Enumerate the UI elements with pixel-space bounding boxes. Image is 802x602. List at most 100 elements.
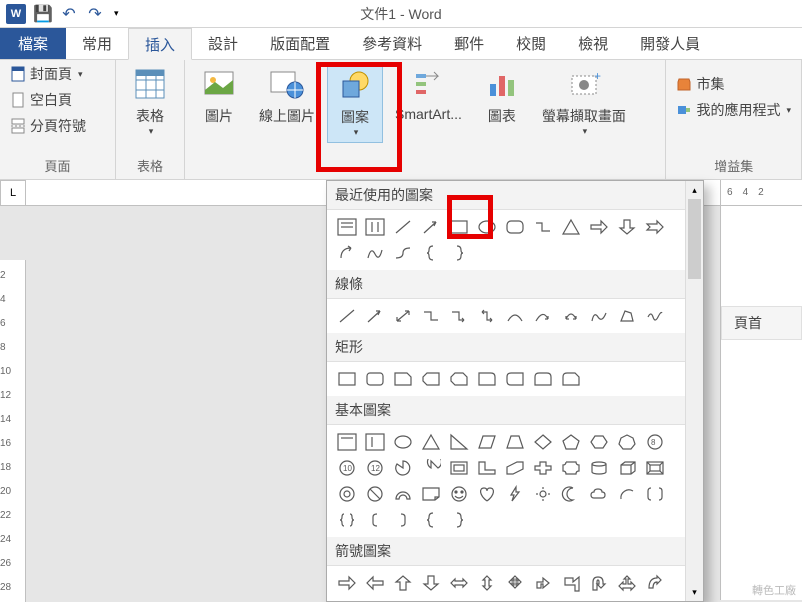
shape-rounded-rect[interactable]	[501, 214, 529, 240]
shape-elbow[interactable]	[417, 303, 445, 329]
shape-brace-l[interactable]	[417, 240, 445, 266]
shape-rectangle[interactable]	[445, 214, 473, 240]
save-icon[interactable]: 💾	[34, 5, 52, 23]
shape-trapezoid[interactable]	[501, 429, 529, 455]
tab-references[interactable]: 參考資料	[346, 28, 438, 59]
shape-triangle[interactable]	[557, 214, 585, 240]
shape-line-arrow[interactable]	[417, 214, 445, 240]
shape-arrow-u[interactable]	[389, 570, 417, 596]
pictures-button[interactable]: 圖片	[191, 62, 247, 130]
tab-layout[interactable]: 版面配置	[254, 28, 346, 59]
scroll-up-icon[interactable]: ▴	[686, 181, 703, 199]
shape-rtriangle[interactable]	[445, 429, 473, 455]
tab-developer[interactable]: 開發人員	[624, 28, 716, 59]
shape-plaque[interactable]	[557, 455, 585, 481]
shape-cube[interactable]	[613, 455, 641, 481]
shape-textbox-v[interactable]	[361, 429, 389, 455]
shape-arc[interactable]	[613, 481, 641, 507]
blank-page-button[interactable]: 空白頁	[6, 88, 90, 112]
shape-noentry[interactable]	[361, 481, 389, 507]
shape-freeform[interactable]	[585, 303, 613, 329]
shape-rect-snip2[interactable]	[417, 366, 445, 392]
tab-design[interactable]: 設計	[192, 28, 254, 59]
side-header-button[interactable]: 頁首	[721, 306, 802, 340]
screenshot-button[interactable]: + 螢幕擷取畫面▾	[534, 62, 634, 141]
shapes-scrollbar[interactable]: ▴ ▾	[685, 181, 703, 601]
shape-arrow-d[interactable]	[417, 570, 445, 596]
shape-connector2[interactable]	[389, 240, 417, 266]
shape-arrow-down[interactable]	[613, 214, 641, 240]
ruler-vertical[interactable]: 2 4 6 8 10 12 14 16 18 20 22 24 26 28	[0, 260, 26, 602]
shape-line-arrow[interactable]	[361, 303, 389, 329]
shape-lightning[interactable]	[501, 481, 529, 507]
cover-page-button[interactable]: 封面頁▾	[6, 62, 90, 86]
word-app-icon[interactable]: W	[6, 4, 26, 24]
tab-home[interactable]: 常用	[66, 28, 128, 59]
tab-insert[interactable]: 插入	[128, 28, 192, 60]
tab-review[interactable]: 校閱	[500, 28, 562, 59]
shape-heart[interactable]	[473, 481, 501, 507]
shape-arrow-quad[interactable]	[501, 570, 529, 596]
shape-pie[interactable]	[389, 455, 417, 481]
my-addins-button[interactable]: 我的應用程式▾	[672, 98, 795, 122]
shape-rect-round2d[interactable]	[529, 366, 557, 392]
shape-cloud[interactable]	[585, 481, 613, 507]
table-button[interactable]: 表格▾	[122, 62, 178, 141]
shape-rect-round1[interactable]	[473, 366, 501, 392]
shape-line[interactable]	[333, 303, 361, 329]
chart-button[interactable]: 圖表	[474, 62, 530, 130]
shape-connector[interactable]	[529, 214, 557, 240]
shape-arrow-notch[interactable]	[641, 214, 669, 240]
shape-oval[interactable]	[473, 214, 501, 240]
shape-frame[interactable]	[445, 455, 473, 481]
shape-brace-r[interactable]	[445, 240, 473, 266]
shape-freeform2[interactable]	[613, 303, 641, 329]
smartart-button[interactable]: SmartArt...	[387, 62, 470, 126]
shape-parallelogram[interactable]	[473, 429, 501, 455]
shape-arrow-lru[interactable]	[613, 570, 641, 596]
shape-lshape[interactable]	[473, 455, 501, 481]
shape-arrow-right[interactable]	[585, 214, 613, 240]
shape-tear[interactable]: 10	[333, 455, 361, 481]
shape-curve[interactable]	[501, 303, 529, 329]
shape-rect-snip2d[interactable]	[445, 366, 473, 392]
shape-rect-snip1[interactable]	[389, 366, 417, 392]
shape-can[interactable]	[585, 455, 613, 481]
shape-diagstripe[interactable]	[501, 455, 529, 481]
shape-heptagon[interactable]	[613, 429, 641, 455]
shape-rect[interactable]	[333, 366, 361, 392]
shape-arrow-r[interactable]	[333, 570, 361, 596]
redo-icon[interactable]: ↷	[86, 5, 104, 23]
tab-view[interactable]: 檢視	[562, 28, 624, 59]
undo-icon[interactable]: ↶	[60, 5, 78, 23]
shape-smiley[interactable]	[445, 481, 473, 507]
tab-file[interactable]: 檔案	[0, 28, 66, 59]
shape-teardrop[interactable]	[417, 455, 445, 481]
shape-curved-arrow[interactable]	[333, 240, 361, 266]
shape-arrow-bent[interactable]	[529, 570, 557, 596]
shape-diamond[interactable]	[529, 429, 557, 455]
shape-foldcorner[interactable]	[417, 481, 445, 507]
page-break-button[interactable]: 分頁符號	[6, 114, 90, 138]
shape-textbox[interactable]	[333, 429, 361, 455]
qat-dropdown-icon[interactable]: ▾	[114, 8, 119, 19]
shape-rect-round2[interactable]	[501, 366, 529, 392]
shape-scribble[interactable]	[361, 240, 389, 266]
shape-decagon[interactable]: 8	[641, 429, 669, 455]
shape-arrow-l[interactable]	[361, 570, 389, 596]
shape-curve-arrow[interactable]	[529, 303, 557, 329]
shape-donut[interactable]	[333, 481, 361, 507]
shape-line[interactable]	[389, 214, 417, 240]
shape-brace-r[interactable]	[445, 507, 473, 533]
shape-rect-sniprnd[interactable]	[557, 366, 585, 392]
shape-hexagon[interactable]	[585, 429, 613, 455]
online-pictures-button[interactable]: 線上圖片	[251, 62, 323, 130]
shape-dodecagon[interactable]: 12	[361, 455, 389, 481]
shape-cross[interactable]	[529, 455, 557, 481]
shape-triangle[interactable]	[417, 429, 445, 455]
shape-textbox-v[interactable]	[361, 214, 389, 240]
shape-line-darrow[interactable]	[389, 303, 417, 329]
shapes-button[interactable]: 圖案▾	[327, 62, 383, 143]
shape-arrow-curved[interactable]	[641, 570, 669, 596]
shape-rect-round[interactable]	[361, 366, 389, 392]
